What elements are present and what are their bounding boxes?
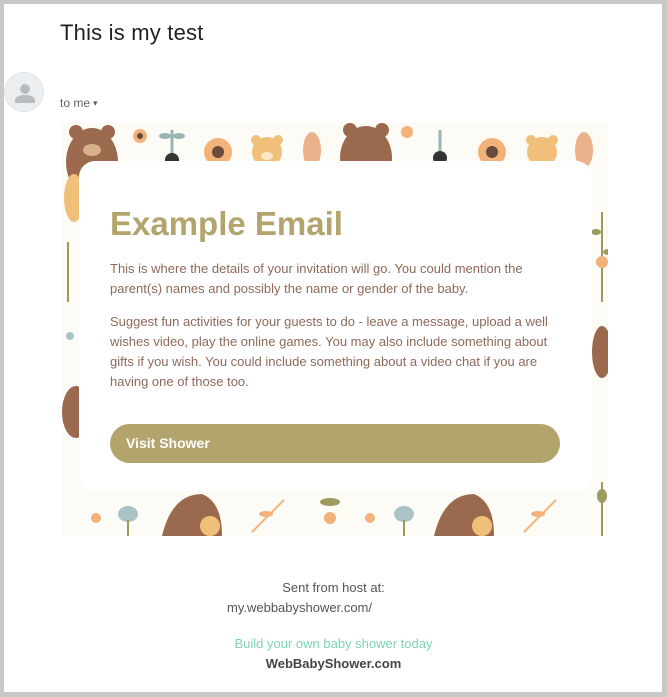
bear-icon (162, 494, 222, 536)
person-icon (15, 84, 35, 103)
invitation-card: Example Email This is where the details … (79, 161, 592, 491)
chevron-down-icon: ▾ (93, 98, 98, 108)
bear-icon (434, 494, 494, 536)
flower-icon (133, 129, 147, 143)
leaf-icon (591, 212, 608, 302)
sender-avatar[interactable] (4, 72, 44, 112)
bud-icon (394, 506, 414, 536)
flower-icon (365, 513, 375, 523)
invitation-details-text: This is where the details of your invita… (110, 261, 523, 296)
flower-icon (91, 513, 101, 523)
flower-icon (320, 498, 340, 524)
bud-icon (118, 506, 138, 536)
leaf-icon (523, 499, 557, 533)
leaf-icon (433, 130, 447, 165)
recipient-details-toggle[interactable]: to me ▾ (60, 96, 98, 110)
leaf-icon (66, 242, 74, 340)
activities-text: Suggest fun activities for your guests t… (110, 314, 548, 389)
leaf-icon (597, 482, 607, 536)
leaf-icon (251, 499, 285, 533)
card-title: Example Email (110, 205, 343, 242)
host-url: my.webbabyshower.com/ (227, 600, 372, 615)
brand-link[interactable]: WebBabyShower.com (0, 656, 667, 671)
flower-icon (401, 126, 413, 138)
bear-icon (592, 326, 608, 378)
sent-from-label: Sent from host at: (282, 580, 385, 595)
email-subject: This is my test (60, 20, 204, 45)
visit-shower-button[interactable]: Visit Shower (110, 424, 560, 463)
build-shower-link[interactable]: Build your own baby shower today (0, 636, 667, 651)
recipient-label: to me (60, 96, 91, 110)
